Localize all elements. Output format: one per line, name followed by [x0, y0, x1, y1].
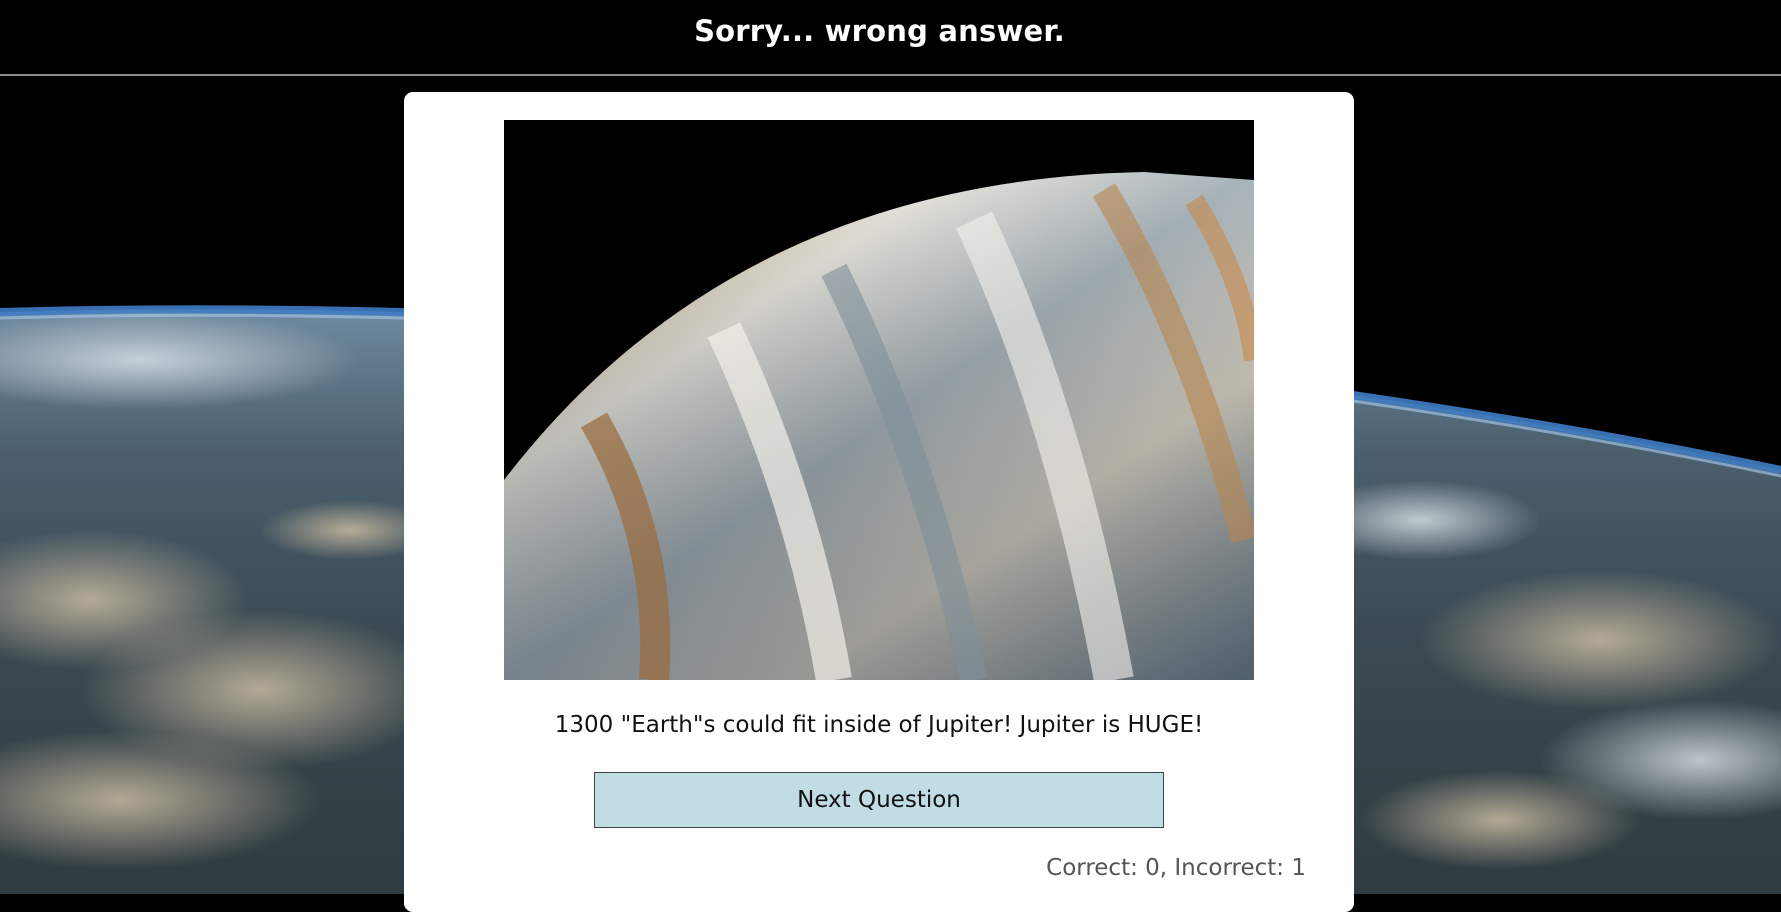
- fact-text: 1300 "Earth"s could fit inside of Jupite…: [554, 712, 1204, 738]
- header-bar: Sorry... wrong answer.: [0, 0, 1781, 76]
- jupiter-image: [504, 120, 1254, 680]
- score-text: Correct: 0, Incorrect: 1: [1046, 855, 1306, 881]
- question-card: 1300 "Earth"s could fit inside of Jupite…: [404, 92, 1354, 912]
- next-question-button[interactable]: Next Question: [594, 772, 1164, 828]
- result-heading: Sorry... wrong answer.: [694, 14, 1065, 48]
